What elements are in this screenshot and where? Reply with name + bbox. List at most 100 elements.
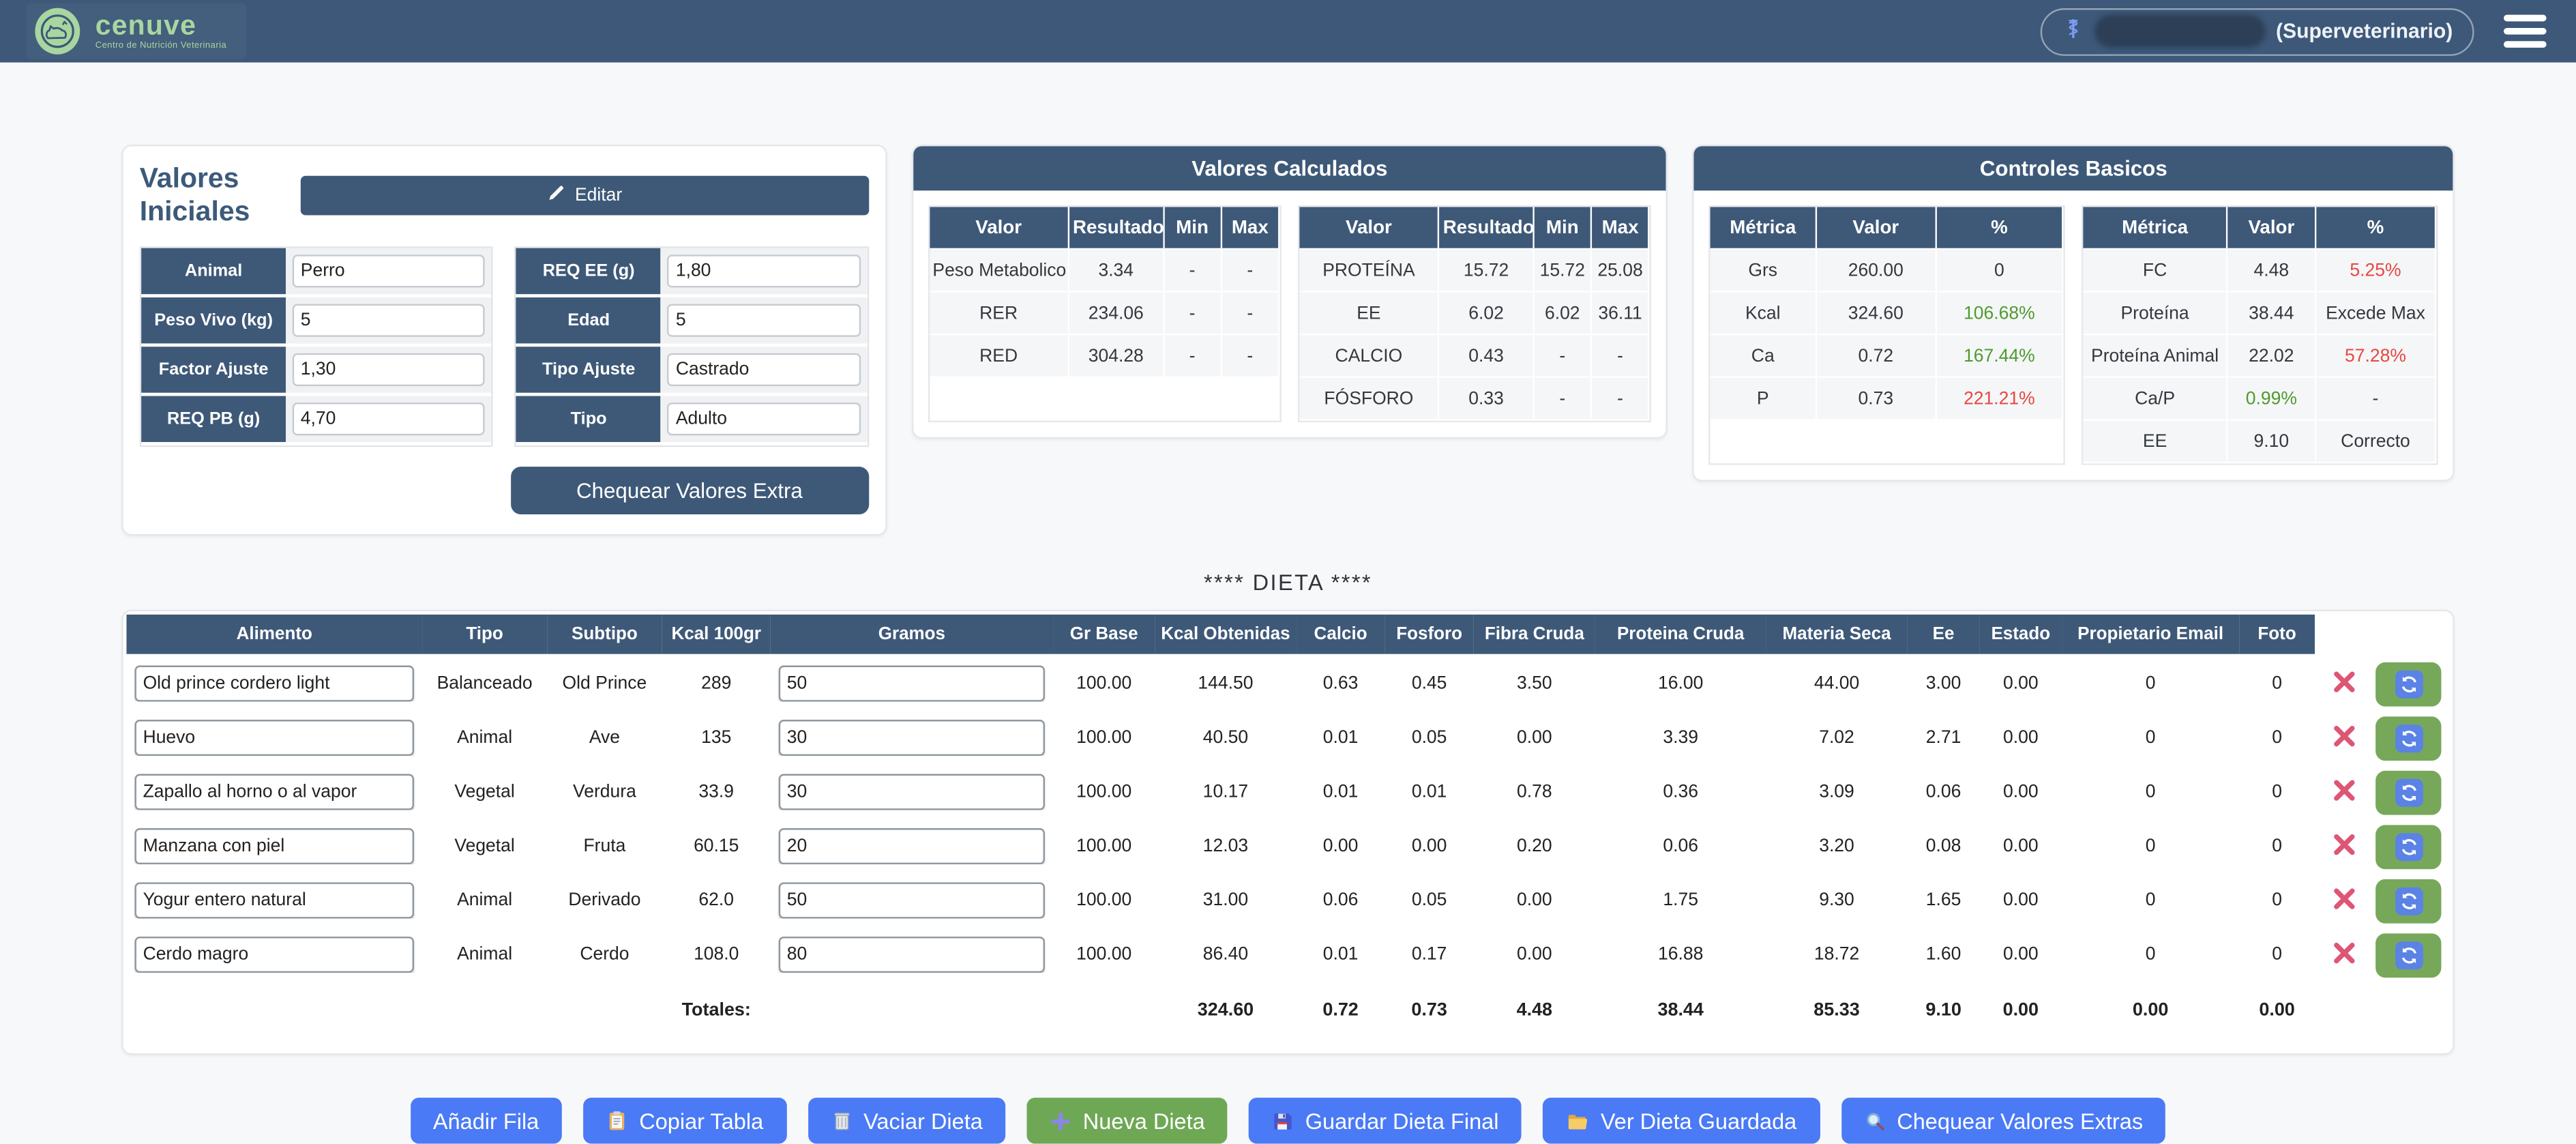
field-input[interactable] (668, 353, 861, 386)
table-row: RER234.06-- (930, 293, 1280, 336)
delete-row-button[interactable] (2326, 774, 2363, 810)
dieta-cell-gr_base: 100.00 (1053, 674, 1155, 694)
table-row: RED304.28-- (930, 335, 1280, 378)
metric-value: 9.10 (2228, 421, 2316, 464)
chequear-valores-extra-button[interactable]: Chequear Valores Extra (510, 467, 868, 514)
field-value-wrap (286, 297, 492, 343)
field-value-wrap (661, 297, 867, 343)
dieta-cell-materia: 9.30 (1766, 891, 1907, 911)
mini-table-header: ValorResultadoMinMax (930, 207, 1280, 250)
x-icon (2331, 668, 2358, 699)
dieta-cell-tipo: Balanceado (422, 674, 547, 694)
gramos-input[interactable] (779, 828, 1045, 864)
user-role-label: (Superveterinario) (2276, 20, 2453, 43)
column-header: Resultado (1069, 207, 1164, 250)
field-input[interactable] (668, 304, 861, 337)
metric-percent: 221.21% (1936, 378, 2063, 421)
gramos-input[interactable] (779, 774, 1045, 810)
dieta-cell-kcal_100: 33.9 (662, 782, 771, 802)
dieta-column-header: Alimento (126, 615, 422, 654)
gramos-input[interactable] (779, 883, 1045, 919)
delete-row-button[interactable] (2326, 828, 2363, 864)
alimento-input[interactable] (135, 828, 414, 864)
alimento-input[interactable] (135, 666, 414, 702)
alimento-input[interactable] (135, 774, 414, 810)
alimento-input[interactable] (135, 720, 414, 756)
replace-row-button[interactable] (2375, 770, 2441, 815)
brand[interactable]: cenuve Centro de Nutrición Veterinaria (27, 3, 247, 59)
replace-row-button[interactable] (2375, 879, 2441, 923)
chequear-valores-extras-button[interactable]: Chequear Valores Extras (1841, 1098, 2166, 1143)
ver-dieta-guardada-button[interactable]: Ver Dieta Guardada (1543, 1098, 1820, 1143)
controles-basicos-title: Controles Basicos (1694, 146, 2453, 190)
dieta-cell-email: 0 (2062, 891, 2239, 911)
field-input[interactable] (293, 353, 486, 386)
anadir-fila-button[interactable]: Añadir Fila (410, 1098, 562, 1143)
table-cell: 0.43 (1440, 335, 1535, 378)
metric-percent: 167.44% (1936, 335, 2063, 378)
dieta-row: VegetalFruta60.15100.0012.030.000.000.20… (126, 822, 2449, 871)
gramos-input[interactable] (779, 720, 1045, 756)
dieta-cell-fibra: 0.00 (1474, 891, 1595, 911)
dieta-cell-proteina: 0.06 (1595, 836, 1766, 856)
field-input[interactable] (293, 304, 486, 337)
editar-button[interactable]: Editar (301, 175, 869, 215)
gramos-input[interactable] (779, 937, 1045, 973)
table-cell: 25.08 (1592, 250, 1650, 293)
dieta-cell-fosforo: 0.05 (1385, 891, 1474, 911)
alimento-input[interactable] (135, 883, 414, 919)
table-cell: - (1592, 335, 1650, 378)
field-input[interactable] (293, 402, 486, 435)
metric-name: Ca/P (2084, 378, 2228, 421)
dieta-cell-fibra: 0.00 (1474, 945, 1595, 965)
total-value: 0.00 (2062, 1001, 2239, 1021)
table-row: Ca0.72167.44% (1711, 335, 2063, 378)
delete-row-button[interactable] (2326, 666, 2363, 702)
x-icon (2331, 831, 2358, 862)
hamburger-menu-icon[interactable] (2500, 12, 2549, 50)
column-header: Max (1592, 207, 1650, 250)
delete-row-button[interactable] (2326, 883, 2363, 919)
table-row: Proteína38.44Excede Max (2084, 293, 2436, 336)
total-value: 85.33 (1766, 1001, 1907, 1021)
user-badge[interactable]: (Superveterinario) (2041, 8, 2474, 55)
refresh-icon (2395, 670, 2423, 698)
metric-name: P (1711, 378, 1816, 421)
alimento-input[interactable] (135, 937, 414, 973)
vaciar-dieta-button[interactable]: Vaciar Dieta (808, 1098, 1005, 1143)
table-cell: Peso Metabolico (930, 250, 1070, 293)
delete-row-button[interactable] (2326, 937, 2363, 973)
dieta-cell-foto: 0 (2239, 674, 2315, 694)
dieta-cell-fosforo: 0.00 (1385, 836, 1474, 856)
field-input[interactable] (668, 255, 861, 288)
replace-row-button[interactable] (2375, 716, 2441, 760)
dieta-cell-fosforo: 0.05 (1385, 728, 1474, 748)
mini-table-header: ValorResultadoMinMax (1299, 207, 1650, 250)
delete-row-button[interactable] (2326, 720, 2363, 756)
mini-table-header: MétricaValor% (1711, 207, 2063, 250)
field-label: Edad (516, 297, 661, 343)
guardar-dieta-final-button[interactable]: Guardar Dieta Final (1249, 1098, 1522, 1143)
gramos-input[interactable] (779, 666, 1045, 702)
field-label: Tipo Ajuste (516, 347, 661, 392)
copiar-tabla-button[interactable]: Copiar Tabla (583, 1098, 786, 1143)
replace-row-button[interactable] (2375, 933, 2441, 977)
replace-row-button[interactable] (2375, 824, 2441, 868)
field-label: Peso Vivo (kg) (141, 297, 286, 343)
nueva-dieta-button[interactable]: Nueva Dieta (1027, 1098, 1228, 1143)
field-input[interactable] (293, 255, 486, 288)
dieta-cell-tipo: Animal (422, 891, 547, 911)
dieta-cell-foto: 0 (2239, 728, 2315, 748)
column-header: Max (1222, 207, 1280, 250)
dieta-column-header: Fosforo (1385, 615, 1474, 654)
table-cell: - (1222, 293, 1280, 336)
dieta-cell-kcal_obt: 144.50 (1155, 674, 1296, 694)
refresh-icon (2395, 724, 2423, 752)
column-header: Valor (930, 207, 1070, 250)
field-row: Factor Ajuste (141, 347, 492, 396)
replace-row-button[interactable] (2375, 662, 2441, 706)
field-input[interactable] (668, 402, 861, 435)
table-cell: CALCIO (1299, 335, 1440, 378)
dieta-title: **** DIETA **** (0, 570, 2576, 595)
dieta-column-header: Gramos (771, 615, 1053, 654)
